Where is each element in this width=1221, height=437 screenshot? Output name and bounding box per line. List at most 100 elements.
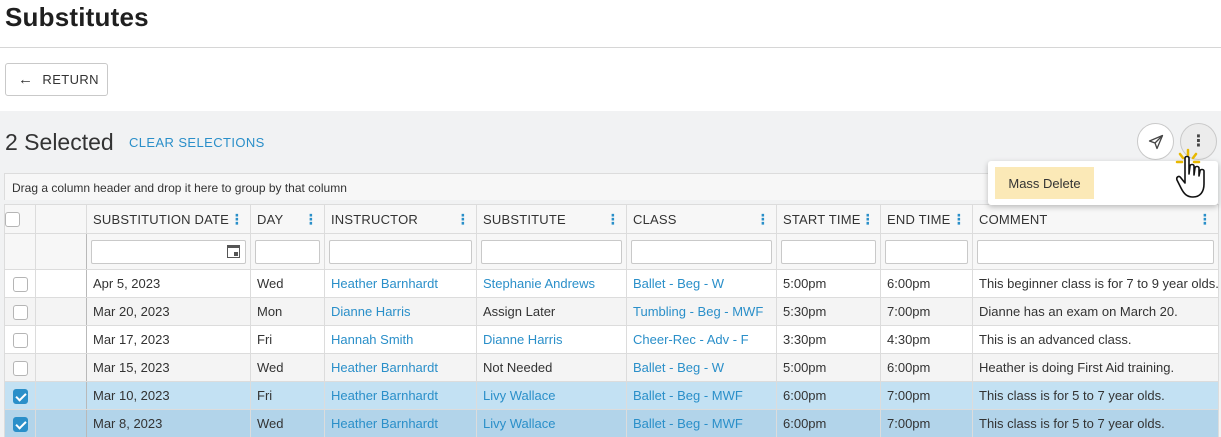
start-time-cell: 6:00pm [776,409,881,437]
filter-cell-blank [4,233,36,270]
clear-selections-link[interactable]: CLEAR SELECTIONS [129,135,265,150]
row-checkbox-cell [4,381,36,410]
row-checkbox[interactable] [12,276,28,292]
row-checkbox[interactable] [12,416,28,432]
blank-header [35,204,87,234]
day-cell: Mon [250,297,325,326]
class-link[interactable]: Ballet - Beg - MWF [626,381,777,410]
column-header-substitution-date[interactable]: SUBSTITUTION DATE ⋮ [86,204,251,234]
instructor-link[interactable]: Hannah Smith [324,325,477,354]
column-menu-icon[interactable]: ⋮ [861,211,877,228]
class-link[interactable]: Ballet - Beg - W [626,353,777,382]
table-row[interactable]: Mar 15, 2023 Wed Heather Barnhardt Not Need… [4,353,1219,382]
column-header-substitute[interactable]: SUBSTITUTE ⋮ [476,204,627,234]
column-header-comment[interactable]: COMMENT ⋮ [972,204,1219,234]
column-header-day[interactable]: DAY ⋮ [250,204,325,234]
date-filter-input[interactable] [91,239,246,264]
instructor-link[interactable]: Heather Barnhardt [324,409,477,437]
column-menu-icon[interactable]: ⋮ [952,211,968,228]
date-cell: Mar 8, 2023 [86,409,251,437]
table-row[interactable]: Mar 8, 2023 Wed Heather Barnhardt Livy Wall… [4,409,1219,437]
comment-cell: This is an advanced class. [972,325,1219,354]
end-time-filter-input[interactable] [885,239,968,264]
comment-cell: Heather is doing First Aid training. [972,353,1219,382]
date-cell: Mar 15, 2023 [86,353,251,382]
end-time-cell: 7:00pm [880,381,973,410]
day-cell: Fri [250,325,325,354]
start-time-filter-input[interactable] [781,239,876,264]
filter-cell-comment [972,233,1219,270]
row-checkbox-cell [4,409,36,437]
substitute-link[interactable]: Livy Wallace [476,409,627,437]
row-checkbox-cell [4,297,36,326]
table-row[interactable]: Mar 17, 2023 Fri Hannah Smith Dianne Harris… [4,325,1219,354]
substitute-cell: Not Needed [476,353,627,382]
selected-count: 2 Selected [5,129,114,155]
row-checkbox[interactable] [12,332,28,348]
table-row[interactable]: Mar 10, 2023 Fri Heather Barnhardt Livy Wal… [4,381,1219,410]
row-blank-cell [35,297,87,326]
row-checkbox[interactable] [12,388,28,404]
column-header-label: SUBSTITUTION DATE [93,211,230,227]
instructor-link[interactable]: Dianne Harris [324,297,477,326]
header-row: SUBSTITUTION DATE ⋮ DAY ⋮ INSTRUCTOR ⋮ SUBS… [4,204,1219,234]
substitutes-grid: SUBSTITUTION DATE ⋮ DAY ⋮ INSTRUCTOR ⋮ SUBS… [4,204,1219,437]
row-checkbox[interactable] [12,304,28,320]
class-link[interactable]: Cheer-Rec - Adv - F [626,325,777,354]
day-cell: Wed [250,269,325,298]
send-button[interactable] [1137,123,1174,160]
column-header-end-time[interactable]: END TIME ⋮ [880,204,973,234]
substitute-filter-input[interactable] [481,239,622,264]
class-link[interactable]: Ballet - Beg - MWF [626,409,777,437]
class-link[interactable]: Ballet - Beg - W [626,269,777,298]
comment-cell: This beginner class is for 7 to 9 year o… [972,269,1219,298]
column-menu-icon[interactable]: ⋮ [304,211,320,228]
column-menu-icon[interactable]: ⋮ [456,211,472,228]
substitute-link[interactable]: Dianne Harris [476,325,627,354]
instructor-link[interactable]: Heather Barnhardt [324,269,477,298]
select-all-checkbox[interactable] [5,212,20,228]
return-button[interactable]: ← RETURN [5,63,108,96]
filter-cell-substitute [476,233,627,270]
class-filter-input[interactable] [631,239,772,264]
filter-cell-class [626,233,777,270]
date-cell: Mar 20, 2023 [86,297,251,326]
comment-filter-input[interactable] [977,239,1214,264]
column-header-start-time[interactable]: START TIME ⋮ [776,204,881,234]
comment-cell: Dianne has an exam on March 20. [972,297,1219,326]
column-menu-icon[interactable]: ⋮ [1198,211,1214,228]
calendar-icon[interactable] [227,245,240,258]
comment-cell: This class is for 5 to 7 year olds. [972,381,1219,410]
column-menu-icon[interactable]: ⋮ [606,211,622,228]
instructor-filter-input[interactable] [329,239,472,264]
hand-pointer-icon [1176,155,1205,198]
title-divider [0,47,1221,48]
column-header-label: END TIME [887,211,951,227]
column-header-class[interactable]: CLASS ⋮ [626,204,777,234]
day-filter-input[interactable] [255,239,320,264]
table-row[interactable]: Apr 5, 2023 Wed Heather Barnhardt Stephanie… [4,269,1219,298]
class-link[interactable]: Tumbling - Beg - MWF [626,297,777,326]
instructor-link[interactable]: Heather Barnhardt [324,381,477,410]
arrow-left-icon: ← [18,71,34,88]
row-checkbox[interactable] [12,360,28,376]
table-row[interactable]: Mar 20, 2023 Mon Dianne Harris Assign Later… [4,297,1219,326]
instructor-link[interactable]: Heather Barnhardt [324,353,477,382]
day-cell: Wed [250,353,325,382]
substitute-link[interactable]: Livy Wallace [476,381,627,410]
column-menu-icon[interactable]: ⋮ [756,211,772,228]
column-menu-icon[interactable]: ⋮ [230,211,246,228]
mass-delete-menu-item[interactable]: Mass Delete [995,167,1094,199]
row-blank-cell [35,381,87,410]
grid-body: Apr 5, 2023 Wed Heather Barnhardt Stephanie… [4,269,1219,437]
start-time-cell: 5:00pm [776,353,881,382]
day-cell: Fri [250,381,325,410]
select-all-header [4,204,36,234]
end-time-cell: 7:00pm [880,409,973,437]
row-checkbox-cell [4,353,36,382]
start-time-cell: 5:30pm [776,297,881,326]
filter-cell-end-time [880,233,973,270]
column-header-instructor[interactable]: INSTRUCTOR ⋮ [324,204,477,234]
filter-cell-start-time [776,233,881,270]
substitute-link[interactable]: Stephanie Andrews [476,269,627,298]
